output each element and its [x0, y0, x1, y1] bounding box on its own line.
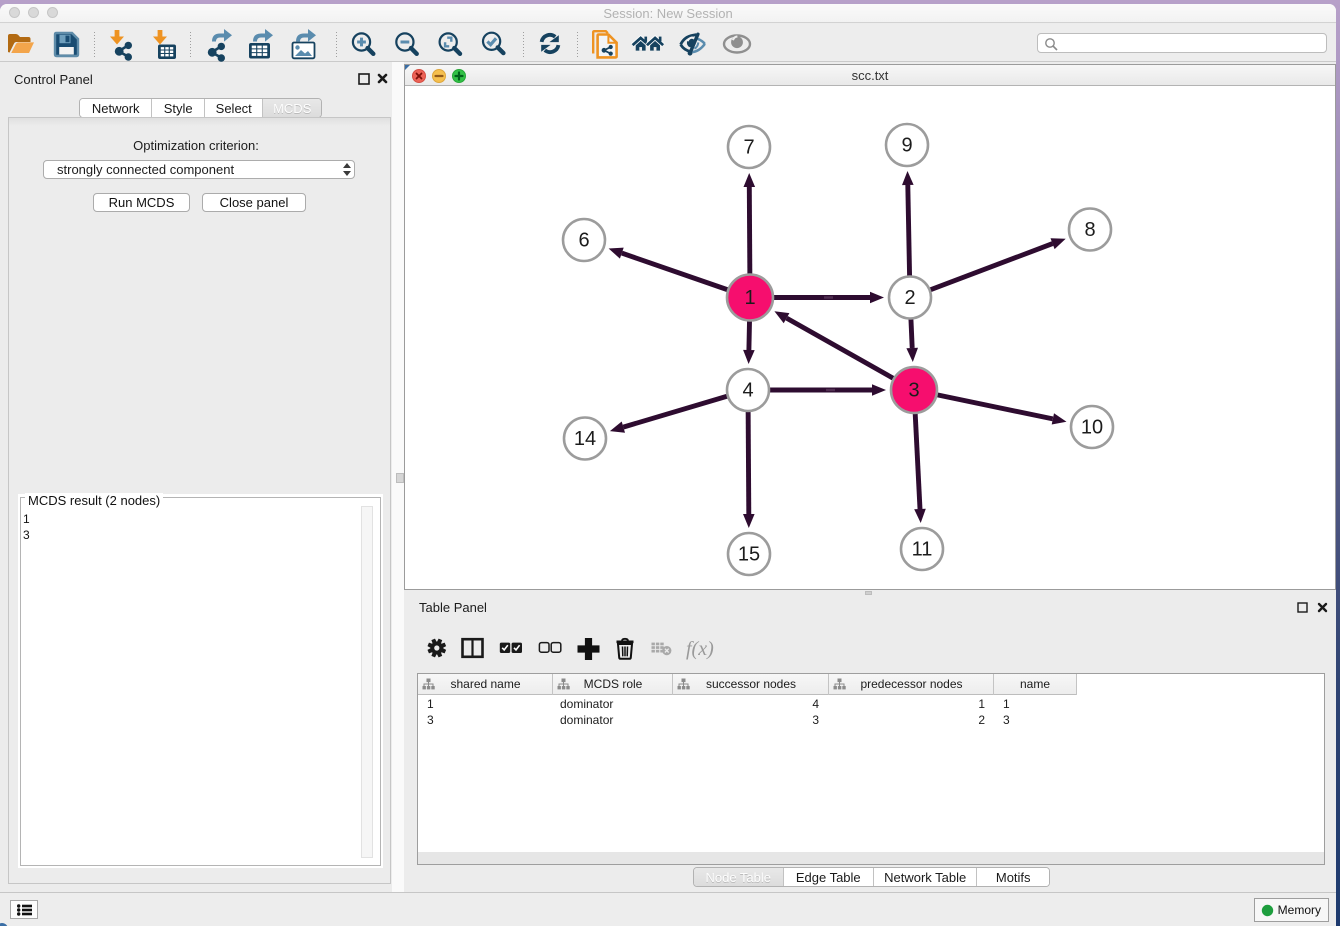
svg-text:f(x): f(x): [686, 638, 714, 660]
